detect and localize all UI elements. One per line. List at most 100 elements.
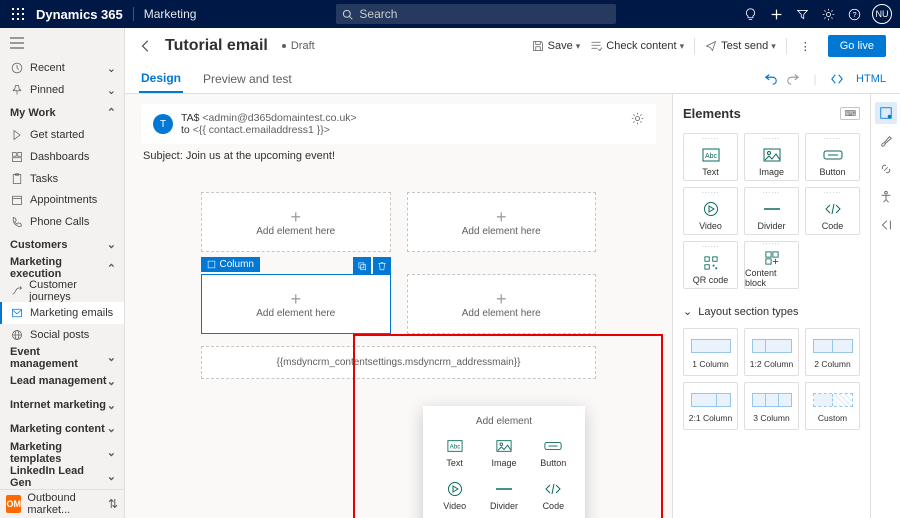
email-icon xyxy=(10,307,24,319)
code-icon xyxy=(545,480,561,498)
check-content-button[interactable]: Check content▾ xyxy=(590,40,684,52)
global-nav: Dynamics 365 Marketing Search ? NU xyxy=(0,0,900,28)
element-image[interactable]: ⋯⋯Image xyxy=(744,133,799,181)
chevron-down-icon: ⌄ xyxy=(107,399,116,412)
nav-get-started[interactable]: Get started xyxy=(0,124,124,146)
element-code[interactable]: ⋯⋯Code xyxy=(805,187,860,235)
test-send-button[interactable]: Test send▾ xyxy=(705,40,776,52)
popup-item-button[interactable]: Button xyxy=(530,433,577,472)
nav-recent[interactable]: Recent⌄ xyxy=(0,58,124,80)
nav-section-customers[interactable]: Customers⌄ xyxy=(0,233,124,257)
element-text[interactable]: ⋯⋯AbcText xyxy=(683,133,738,181)
nav-section-mkt-templates[interactable]: Marketing templates⌄ xyxy=(0,441,124,465)
nav-phone-calls[interactable]: Phone Calls xyxy=(0,211,124,233)
layout-2col[interactable]: 2 Column xyxy=(805,328,860,376)
popup-item-video[interactable]: Video xyxy=(431,476,478,515)
nav-social-posts[interactable]: Social posts xyxy=(0,324,124,346)
hamburger-icon[interactable] xyxy=(0,28,124,58)
chevron-down-icon: ⌄ xyxy=(107,84,116,97)
nav-section-linkedin[interactable]: LinkedIn Lead Gen⌄ xyxy=(0,465,124,489)
globe-icon xyxy=(10,329,24,341)
gear-icon[interactable] xyxy=(816,2,840,26)
layout-21col[interactable]: 2:1 Column xyxy=(683,382,738,430)
html-view-icon[interactable] xyxy=(826,73,848,85)
popup-item-text[interactable]: AbcText xyxy=(431,433,478,472)
global-search[interactable]: Search xyxy=(336,4,616,24)
header-settings-icon[interactable] xyxy=(631,112,644,125)
layout-section-toggle[interactable]: ⌄Layout section types xyxy=(683,305,860,318)
back-button[interactable] xyxy=(139,39,159,53)
nav-section-event-mgmt[interactable]: Event management⌄ xyxy=(0,346,124,370)
column-icon xyxy=(207,260,216,269)
filter-icon[interactable] xyxy=(790,2,814,26)
sidetab-styles[interactable] xyxy=(875,130,897,152)
lightbulb-icon[interactable] xyxy=(738,2,762,26)
html-view-button[interactable]: HTML xyxy=(856,73,886,85)
plus-icon[interactable] xyxy=(764,2,788,26)
divider-icon xyxy=(495,480,513,498)
dropzone-r1c2[interactable]: +Add element here xyxy=(407,192,597,252)
nav-section-marketing-exec[interactable]: Marketing execution⌃ xyxy=(0,256,124,280)
email-subject[interactable]: Subject: Join us at the upcoming event! xyxy=(141,150,656,162)
layout-custom[interactable]: Custom xyxy=(805,382,860,430)
chevron-down-icon[interactable]: ▾ xyxy=(680,41,685,52)
nav-appointments[interactable]: Appointments xyxy=(0,189,124,211)
element-content-block[interactable]: ⋯⋯Content block xyxy=(744,241,799,289)
delete-button[interactable] xyxy=(373,257,391,275)
layout-1col[interactable]: 1 Column xyxy=(683,328,738,376)
element-divider[interactable]: ⋯⋯Divider xyxy=(744,187,799,235)
keyboard-icon[interactable]: ⌨ xyxy=(840,107,860,120)
chevron-up-icon: ⌃ xyxy=(107,262,116,275)
sidetab-a11y[interactable] xyxy=(875,186,897,208)
footer-block[interactable]: {{msdyncrm_contentsettings.msdyncrm_addr… xyxy=(201,346,596,379)
user-avatar[interactable]: NU xyxy=(872,4,892,24)
nav-section-internet-mkt[interactable]: Internet marketing⌄ xyxy=(0,393,124,417)
nav-section-mkt-content[interactable]: Marketing content⌄ xyxy=(0,417,124,441)
tab-design[interactable]: Design xyxy=(139,64,183,93)
nav-sidebar: Recent⌄ Pinned⌄ My Work⌃ Get started Das… xyxy=(0,28,125,518)
help-icon[interactable]: ? xyxy=(842,2,866,26)
sender-avatar: T xyxy=(153,114,173,134)
design-canvas[interactable]: T TA$ <admin@d365domaintest.co.uk> to <{… xyxy=(125,94,672,518)
sidetab-elements[interactable] xyxy=(875,102,897,124)
module-name[interactable]: Marketing xyxy=(133,7,197,21)
nav-section-mywork[interactable]: My Work⌃ xyxy=(0,101,124,125)
app-launcher[interactable] xyxy=(8,4,28,24)
nav-dashboards[interactable]: Dashboards xyxy=(0,146,124,168)
code-icon xyxy=(825,199,841,219)
element-qr[interactable]: ⋯⋯QR code xyxy=(683,241,738,289)
popup-item-divider[interactable]: Divider xyxy=(480,476,527,515)
sidetab-collapse[interactable] xyxy=(875,214,897,236)
save-button[interactable]: Save▾ xyxy=(532,40,581,52)
chevron-down-icon[interactable]: ▾ xyxy=(576,41,581,52)
dropzone-r2c1-selected[interactable]: Column +Add element here xyxy=(201,274,391,334)
tab-preview[interactable]: Preview and test xyxy=(201,64,294,93)
sidetab-links[interactable] xyxy=(875,158,897,180)
nav-tasks[interactable]: Tasks xyxy=(0,168,124,190)
overflow-menu[interactable]: ⋮ xyxy=(797,40,814,53)
brush-icon xyxy=(879,134,893,148)
element-button[interactable]: ⋯⋯Button xyxy=(805,133,860,181)
button-icon xyxy=(823,145,843,165)
area-switcher[interactable]: OM Outbound market... ⇅ xyxy=(0,489,124,518)
trash-icon xyxy=(377,261,387,271)
popup-item-image[interactable]: Image xyxy=(480,433,527,472)
chevron-down-icon: ⌄ xyxy=(107,446,116,459)
nav-section-lead-mgmt[interactable]: Lead management⌄ xyxy=(0,370,124,394)
popup-item-code[interactable]: Code xyxy=(530,476,577,515)
layout-3col[interactable]: 3 Column xyxy=(744,382,799,430)
layout-12col[interactable]: 1:2 Column xyxy=(744,328,799,376)
chevron-down-icon: ⌄ xyxy=(107,62,116,75)
chevron-down-icon[interactable]: ▾ xyxy=(771,41,776,52)
dropzone-r2c2[interactable]: +Add element here xyxy=(407,274,597,334)
nav-marketing-emails[interactable]: Marketing emails xyxy=(0,302,124,324)
dropzone-r1c1[interactable]: +Add element here xyxy=(201,192,391,252)
undo-button[interactable] xyxy=(760,72,782,86)
redo-button[interactable] xyxy=(782,72,804,86)
nav-pinned[interactable]: Pinned⌄ xyxy=(0,79,124,101)
chevron-down-icon: ⌄ xyxy=(683,305,692,318)
duplicate-button[interactable] xyxy=(353,257,371,275)
element-video[interactable]: ⋯⋯Video xyxy=(683,187,738,235)
nav-customer-journeys[interactable]: Customer journeys xyxy=(0,280,124,302)
go-live-button[interactable]: Go live xyxy=(828,35,886,57)
